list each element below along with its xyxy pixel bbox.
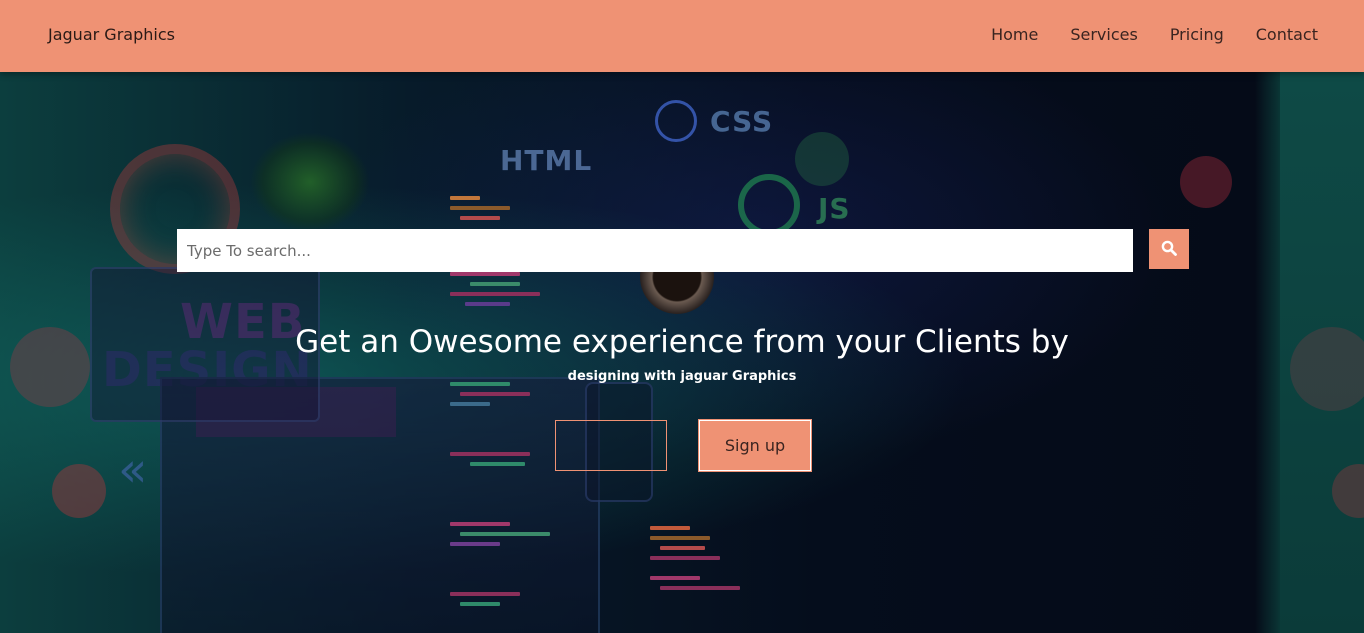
- deco-css-word: CSS: [710, 105, 774, 138]
- deco-orb: [738, 174, 800, 236]
- nav-link-services[interactable]: Services: [1070, 25, 1137, 44]
- deco-html-word: HTML: [500, 144, 593, 177]
- deco-laptop: [160, 377, 600, 633]
- deco-orb: [795, 132, 849, 186]
- search-bar: [177, 229, 1189, 272]
- hero-headline: Get an Owesome experience from your Clie…: [295, 324, 1069, 360]
- deco-js-word: JS: [818, 192, 851, 225]
- nav-link-pricing[interactable]: Pricing: [1170, 25, 1224, 44]
- outline-button[interactable]: [555, 420, 667, 471]
- search-button[interactable]: [1149, 229, 1189, 269]
- nav-links: Home Services Pricing Contact: [991, 25, 1318, 44]
- deco-orb: [1180, 156, 1232, 208]
- hero-section: HTML CSS JS WEB DESIGN « Type To search.…: [0, 72, 1364, 633]
- top-navbar: Jaguar Graphics Home Services Pricing Co…: [0, 0, 1364, 72]
- search-input[interactable]: [177, 229, 1133, 272]
- hero-subheadline: designing with jaguar Graphics: [567, 369, 797, 384]
- signup-button[interactable]: Sign up: [698, 419, 812, 472]
- nav-link-contact[interactable]: Contact: [1256, 25, 1318, 44]
- search-icon: [1161, 240, 1177, 259]
- deco-chevron: «: [118, 442, 148, 498]
- deco-orb: [52, 464, 106, 518]
- nav-link-home[interactable]: Home: [991, 25, 1038, 44]
- deco-plant: [250, 132, 370, 232]
- deco-code-column: [650, 522, 760, 632]
- deco-orb: [655, 100, 697, 142]
- brand-logo[interactable]: Jaguar Graphics: [48, 25, 175, 44]
